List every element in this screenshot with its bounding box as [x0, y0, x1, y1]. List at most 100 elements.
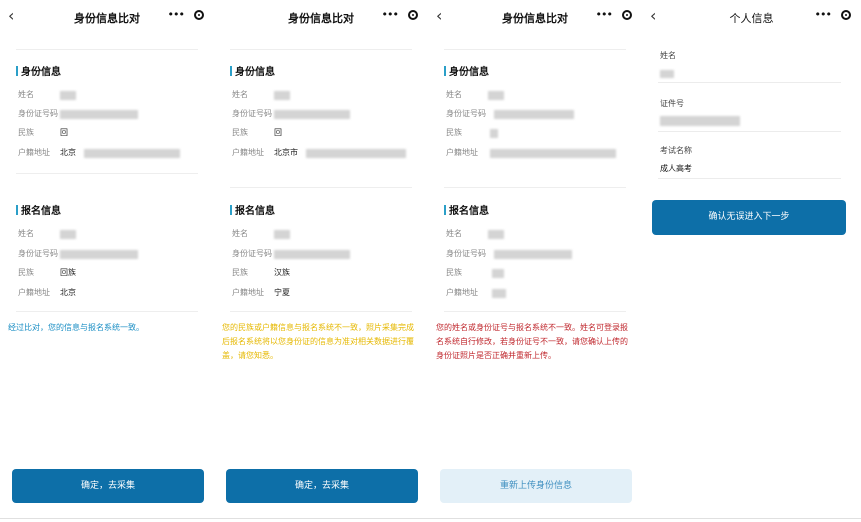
redacted-value [492, 269, 504, 278]
redacted-value [60, 91, 76, 100]
close-target-icon[interactable] [408, 10, 418, 20]
redacted-value [494, 250, 572, 259]
section-identity-title: 身份信息 [444, 63, 489, 78]
redacted-value [274, 230, 290, 239]
label-ethnicity: 民族 [446, 268, 462, 277]
confirm-next-button[interactable]: 确认无误进入下一步 [652, 200, 846, 235]
redacted-value [274, 110, 350, 119]
reupload-id-button[interactable]: 重新上传身份信息 [440, 469, 632, 503]
screen-compare-match: ‹ 身份信息比对 ••• 身份信息 姓名 身份证号码 民族 回 户籍地址 北京 … [0, 0, 214, 522]
redacted-value [60, 110, 138, 119]
redacted-value [60, 250, 138, 259]
identity-ethnicity-row: 民族 回 [232, 126, 412, 140]
reg-ethnicity-value: 回族 [60, 268, 76, 277]
identity-name-row: 姓名 [446, 88, 626, 102]
identity-ethnicity-value: 回 [60, 128, 68, 137]
divider [230, 311, 412, 312]
divider [16, 49, 198, 50]
label-id-number: 身份证号码 [232, 249, 272, 258]
label-name: 姓名 [18, 90, 34, 99]
identity-id-row: 身份证号码 [18, 107, 198, 121]
reg-household-value: 北京 [60, 288, 76, 297]
reg-id-row: 身份证号码 [18, 247, 198, 261]
section-identity-title: 身份信息 [230, 63, 275, 78]
name-label: 姓名 [660, 51, 676, 60]
reg-name-row: 姓名 [232, 227, 412, 241]
identity-household-row: 户籍地址 北京市 [232, 146, 412, 160]
redacted-id [660, 116, 740, 126]
label-id-number: 身份证号码 [18, 249, 58, 258]
label-name: 姓名 [232, 229, 248, 238]
identity-ethnicity-row: 民族 [446, 126, 626, 140]
screen-compare-partial: 身份信息比对 ••• 身份信息 姓名 身份证号码 民族 回 户籍地址 北京市 报… [214, 0, 428, 522]
confirm-collect-button[interactable]: 确定，去采集 [226, 469, 418, 503]
more-icon[interactable]: ••• [168, 8, 185, 21]
reg-household-value: 宁夏 [274, 288, 290, 297]
exam-label: 考试名称 [660, 146, 692, 155]
divider [658, 131, 841, 132]
label-id-number: 身份证号码 [446, 109, 486, 118]
compare-result-message: 经过比对，您的信息与报名系统一致。 [8, 323, 144, 332]
close-target-icon[interactable] [622, 10, 632, 20]
section-identity-title: 身份信息 [16, 63, 61, 78]
identity-household-value: 北京 [60, 148, 76, 157]
section-registration-title: 报名信息 [444, 202, 489, 217]
identity-ethnicity-value: 回 [274, 128, 282, 137]
redacted-value [490, 149, 616, 158]
label-ethnicity: 民族 [232, 128, 248, 137]
close-target-icon[interactable] [841, 10, 851, 20]
nav-bar: ‹ 个人信息 ••• [642, 0, 861, 34]
identity-name-row: 姓名 [18, 88, 198, 102]
section-registration-title: 报名信息 [16, 202, 61, 217]
label-id-number: 身份证号码 [232, 109, 272, 118]
exam-value: 成人高考 [660, 164, 692, 173]
more-icon[interactable]: ••• [382, 8, 399, 21]
divider [16, 173, 198, 174]
redacted-value [488, 91, 504, 100]
more-icon[interactable]: ••• [815, 8, 832, 21]
divider [444, 187, 626, 188]
label-name: 姓名 [446, 229, 462, 238]
label-ethnicity: 民族 [18, 268, 34, 277]
label-name: 姓名 [18, 229, 34, 238]
label-id-number: 身份证号码 [18, 109, 58, 118]
divider [658, 178, 841, 179]
redacted-value [60, 230, 76, 239]
divider [658, 82, 841, 83]
divider [230, 49, 412, 50]
redacted-value [306, 149, 406, 158]
reg-household-row: 户籍地址 宁夏 [232, 286, 412, 300]
label-household: 户籍地址 [232, 148, 264, 157]
redacted-value [490, 129, 498, 138]
bottom-border [0, 518, 861, 519]
identity-id-row: 身份证号码 [446, 107, 626, 121]
identity-name-row: 姓名 [232, 88, 412, 102]
label-household: 户籍地址 [18, 288, 50, 297]
confirm-collect-button[interactable]: 确定，去采集 [12, 469, 204, 503]
divider [444, 49, 626, 50]
redacted-value [84, 149, 180, 158]
label-household: 户籍地址 [18, 148, 50, 157]
identity-household-row: 户籍地址 北京 [18, 146, 198, 160]
divider [444, 311, 626, 312]
identity-household-row: 户籍地址 [446, 146, 626, 160]
label-household: 户籍地址 [232, 288, 264, 297]
redacted-name [660, 70, 674, 78]
identity-household-value: 北京市 [274, 148, 298, 157]
reg-ethnicity-row: 民族 回族 [18, 266, 198, 280]
label-household: 户籍地址 [446, 288, 478, 297]
reg-household-row: 户籍地址 北京 [18, 286, 198, 300]
screen-compare-mismatch: ‹ 身份信息比对 ••• 身份信息 姓名 身份证号码 民族 户籍地址 报名信息 … [428, 0, 642, 522]
label-id-number: 身份证号码 [446, 249, 486, 258]
reg-name-row: 姓名 [446, 227, 626, 241]
close-target-icon[interactable] [194, 10, 204, 20]
compare-result-message: 您的民族或户籍信息与报名系统不一致，照片采集完成后报名系统将以您身份证的信息为准… [222, 323, 414, 360]
section-registration-title: 报名信息 [230, 202, 275, 217]
more-icon[interactable]: ••• [596, 8, 613, 21]
identity-id-row: 身份证号码 [232, 107, 412, 121]
redacted-value [492, 289, 506, 298]
redacted-value [494, 110, 574, 119]
nav-bar: ‹ 身份信息比对 ••• [428, 0, 642, 34]
identity-ethnicity-row: 民族 回 [18, 126, 198, 140]
label-ethnicity: 民族 [18, 128, 34, 137]
